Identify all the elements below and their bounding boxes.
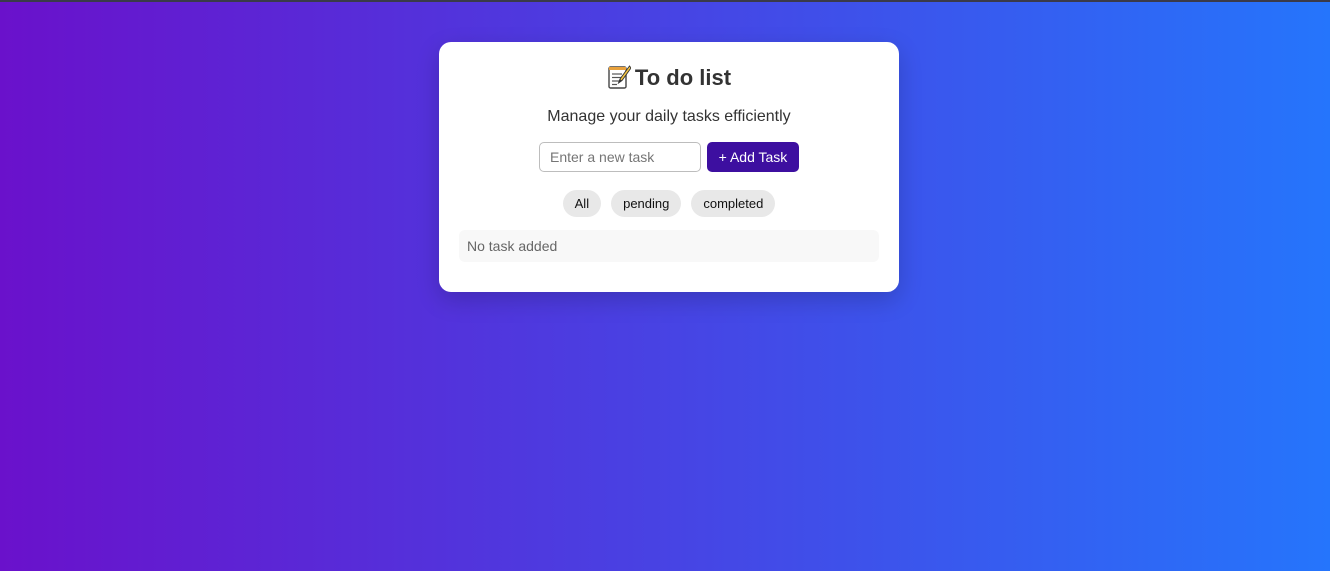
filter-bar: All pending completed [439, 190, 899, 217]
add-task-button[interactable]: + Add Task [707, 142, 799, 172]
add-task-row: + Add Task [539, 142, 799, 172]
page-title: To do list [634, 65, 732, 90]
empty-task-message: No task added [467, 238, 558, 254]
page-subtitle: Manage your daily tasks efficiently [547, 108, 791, 125]
filter-all-button[interactable]: All [562, 190, 602, 217]
filter-completed-button[interactable]: completed [691, 190, 776, 217]
task-list: No task added [459, 230, 879, 262]
todo-card: To do list Manage your daily tasks effic… [439, 42, 899, 292]
filter-pending-button[interactable]: pending [611, 190, 682, 217]
new-task-input[interactable] [539, 142, 701, 172]
window-top-border [0, 0, 1330, 2]
memo-icon [607, 64, 632, 90]
page-title-row: To do list [439, 64, 899, 91]
